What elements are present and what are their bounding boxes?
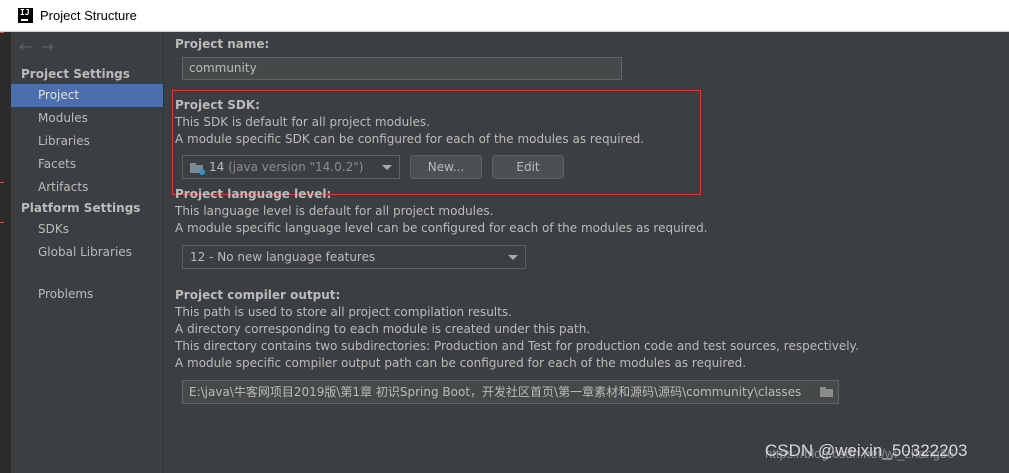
project-sdk-desc-2: A module specific SDK can be configured … — [175, 132, 645, 146]
folder-sdk-icon — [190, 162, 205, 175]
watermark-csdn: CSDN @weixin_50322203 — [765, 441, 968, 460]
compiler-output-desc-1: This path is used to store all project c… — [175, 305, 512, 319]
project-sdk-label: Project SDK: — [175, 98, 260, 112]
language-level-label: Project language level: — [175, 187, 332, 201]
chevron-down-icon — [382, 165, 392, 170]
language-level-desc-1: This language level is default for all p… — [175, 204, 494, 218]
language-level-value: 12 - No new language features — [190, 250, 376, 264]
sidebar-item-problems[interactable]: Problems — [11, 283, 163, 306]
sidebar-item-libraries[interactable]: Libraries — [11, 130, 163, 153]
folder-browse-icon[interactable] — [820, 387, 833, 397]
compiler-output-label: Project compiler output: — [175, 288, 341, 302]
chevron-down-icon — [508, 255, 518, 260]
project-name-input[interactable]: community — [182, 57, 622, 80]
compiler-output-desc-3: This directory contains two subdirectori… — [175, 339, 859, 353]
sidebar: ←→ Project Settings Project Modules Libr… — [11, 32, 163, 473]
language-level-dropdown[interactable]: 12 - No new language features — [182, 245, 526, 269]
back-arrow-icon[interactable]: ← — [19, 37, 40, 56]
sdk-version-detail: (java version "14.0.2") — [228, 160, 364, 174]
sidebar-item-artifacts[interactable]: Artifacts — [11, 176, 163, 199]
compiler-output-desc-2: A directory corresponding to each module… — [175, 322, 591, 336]
sidebar-item-sdks[interactable]: SDKs — [11, 218, 163, 241]
new-sdk-button[interactable]: New... — [410, 155, 482, 179]
sdk-version: 14 — [209, 160, 225, 174]
compiler-output-path-input[interactable]: E:\java\牛客网项目2019版\第1章 初识Spring Boot，开发社… — [182, 380, 839, 404]
project-sdk-desc-1: This SDK is default for all project modu… — [175, 115, 430, 129]
title-bar: IJ Project Structure — [0, 0, 1009, 32]
sidebar-item-facets[interactable]: Facets — [11, 153, 163, 176]
nav-arrows: ←→ — [19, 37, 62, 56]
language-level-desc-2: A module specific language level can be … — [175, 221, 708, 235]
compiler-output-path: E:\java\牛客网项目2019版\第1章 初识Spring Boot，开发社… — [189, 385, 802, 399]
sidebar-item-modules[interactable]: Modules — [11, 107, 163, 130]
window-title: Project Structure — [40, 8, 137, 23]
sidebar-divider — [163, 32, 164, 473]
project-sdk-dropdown[interactable]: 14 (java version "14.0.2") — [182, 155, 400, 179]
compiler-output-desc-4: A module specific compiler output path c… — [175, 356, 747, 370]
project-name-label: Project name: — [175, 37, 270, 51]
background-window-edge — [0, 32, 11, 473]
intellij-logo-icon: IJ — [18, 8, 33, 23]
forward-arrow-icon[interactable]: → — [40, 37, 61, 56]
platform-settings-heading: Platform Settings — [21, 201, 141, 215]
project-settings-heading: Project Settings — [21, 67, 130, 81]
sidebar-item-global-libraries[interactable]: Global Libraries — [11, 241, 163, 264]
edit-sdk-button[interactable]: Edit — [492, 155, 564, 179]
sidebar-item-project[interactable]: Project — [11, 84, 163, 107]
